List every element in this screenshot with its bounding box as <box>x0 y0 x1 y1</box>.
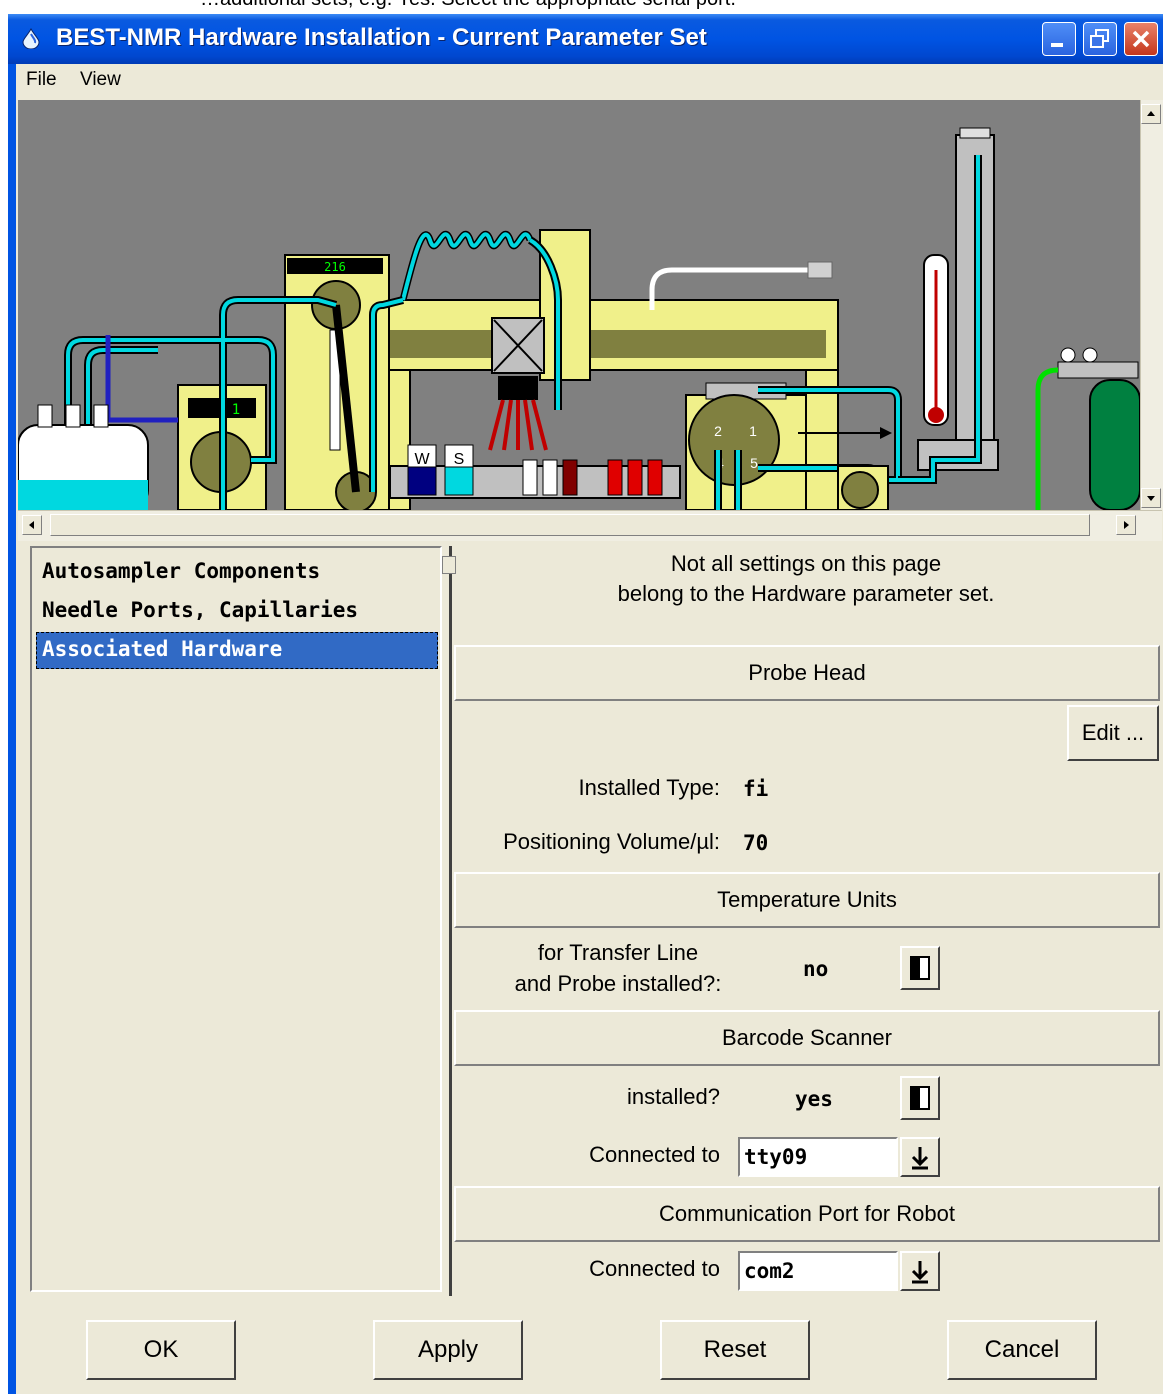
hardware-diagram: 216 1 W S 2 1 4 5 <box>18 100 1140 510</box>
menu-file[interactable]: File <box>26 69 57 91</box>
apply-button[interactable]: Apply <box>373 1320 523 1380</box>
app-drop-icon <box>22 27 40 49</box>
diagram-vertical-scrollbar[interactable] <box>1140 100 1163 510</box>
splitter-handle[interactable] <box>442 556 456 574</box>
restore-icon <box>1090 29 1109 48</box>
minimize-button[interactable] <box>1042 22 1076 56</box>
barcode-installed-label: installed? <box>627 1084 720 1109</box>
transfer-line-question-line2: and Probe installed?: <box>514 971 722 996</box>
transfer-line-value: no <box>803 957 829 981</box>
section-probe-head: Probe Head <box>454 645 1160 701</box>
reset-button[interactable]: Reset <box>660 1320 810 1380</box>
diagram-display-b: 1 <box>232 402 240 418</box>
page-caption: …additional sets, e.g. Yes. Select the a… <box>200 0 736 11</box>
installed-type-label: Installed Type: <box>578 775 720 800</box>
positioning-volume-value: 70 <box>743 831 769 855</box>
arrow-up-icon <box>1147 111 1155 116</box>
barcode-installed-value: yes <box>795 1087 833 1111</box>
transfer-line-question-line1: for Transfer Line <box>537 940 699 965</box>
list-item-needle-ports[interactable]: Needle Ports, Capillaries <box>42 598 358 622</box>
menu-view[interactable]: View <box>80 69 121 91</box>
scroll-left-button[interactable] <box>22 515 42 535</box>
section-temperature-units: Temperature Units <box>454 872 1160 928</box>
edit-probe-button[interactable]: Edit ... <box>1067 705 1159 761</box>
robot-port-dropdown[interactable] <box>900 1251 940 1291</box>
cancel-button[interactable]: Cancel <box>947 1320 1097 1380</box>
toggle-icon <box>910 956 930 980</box>
valve-port-5: 5 <box>750 455 758 471</box>
barcode-connected-label: Connected to <box>589 1142 720 1167</box>
minimize-icon <box>1051 43 1063 47</box>
barcode-port-field[interactable]: tty09 <box>738 1137 898 1177</box>
list-item-associated-hardware[interactable]: Associated Hardware <box>42 637 282 661</box>
close-icon <box>1132 30 1150 48</box>
barcode-installed-toggle[interactable] <box>900 1076 940 1120</box>
barcode-port-dropdown[interactable] <box>900 1137 940 1177</box>
scroll-right-button[interactable] <box>1116 515 1136 535</box>
horizontal-scroll-thumb[interactable] <box>50 514 1090 536</box>
settings-note-line1: Not all settings on this page <box>670 551 942 576</box>
settings-note-line2: belong to the Hardware parameter set. <box>617 581 995 606</box>
robot-port-field[interactable]: com2 <box>738 1251 898 1291</box>
valve-port-1: 1 <box>749 423 757 439</box>
arrow-left-icon <box>29 521 34 529</box>
diagram-display-a: 216 <box>324 260 346 274</box>
scroll-up-button[interactable] <box>1141 104 1161 124</box>
menu-bar <box>16 64 1163 98</box>
positioning-volume-label: Positioning Volume/µl: <box>503 829 720 854</box>
arrow-right-icon <box>1124 521 1129 529</box>
close-button[interactable] <box>1124 22 1158 56</box>
hardware-schematic: 216 1 W S 2 1 4 5 <box>18 127 1140 510</box>
ok-button[interactable]: OK <box>86 1320 236 1380</box>
transfer-line-toggle[interactable] <box>900 946 940 990</box>
valve-port-2: 2 <box>714 423 722 439</box>
dropdown-arrow-icon <box>911 1261 929 1284</box>
scroll-down-button[interactable] <box>1141 488 1161 508</box>
toggle-icon <box>910 1086 930 1110</box>
installed-type-value: fi <box>743 777 769 801</box>
dropdown-arrow-icon <box>911 1147 929 1170</box>
diagram-vial-s: S <box>454 451 465 468</box>
window-title: BEST-NMR Hardware Installation - Current… <box>56 24 707 51</box>
restore-button[interactable] <box>1083 22 1117 56</box>
list-item-autosampler-components[interactable]: Autosampler Components <box>42 559 320 583</box>
diagram-vial-w: W <box>414 451 430 468</box>
arrow-down-icon <box>1147 496 1155 501</box>
section-barcode-scanner: Barcode Scanner <box>454 1010 1160 1066</box>
robot-connected-label: Connected to <box>589 1256 720 1281</box>
section-robot-port: Communication Port for Robot <box>454 1186 1160 1242</box>
panel-divider[interactable] <box>449 546 452 1296</box>
